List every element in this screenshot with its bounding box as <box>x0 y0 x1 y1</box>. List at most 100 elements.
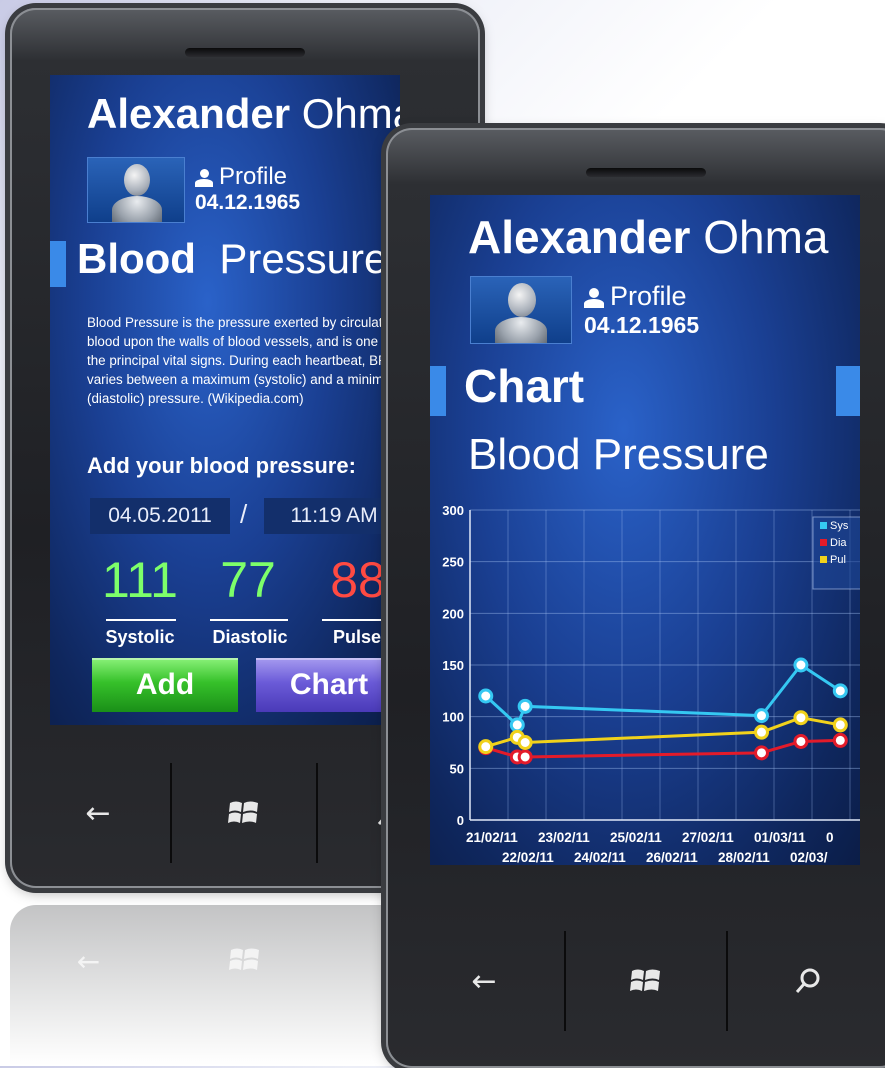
systolic-underline <box>106 619 176 621</box>
time-field[interactable]: 11:19 AM <box>264 498 400 534</box>
y-tick-label: 150 <box>442 658 464 673</box>
series-line-sys <box>484 662 842 728</box>
add-heading: Add your blood pressure: <box>87 453 356 478</box>
hardware-buttons: ← <box>404 931 885 1031</box>
systolic-value[interactable]: 111 <box>100 551 180 609</box>
profile-link[interactable]: Profile <box>584 281 687 312</box>
series-line-pul <box>485 716 841 749</box>
y-tick-label: 250 <box>442 555 464 570</box>
user-first-name: Alexander <box>468 211 691 263</box>
reflection-back-arrow-icon: ← <box>76 945 101 978</box>
back-arrow-icon: ← <box>85 795 111 831</box>
legend-swatch <box>820 556 827 563</box>
birth-date: 04.12.1965 <box>195 191 301 214</box>
legend-label: Pul <box>830 554 846 566</box>
birth-date: 04.12.1965 <box>584 312 700 338</box>
legend-label: Dia <box>830 537 847 549</box>
data-point-dia <box>517 749 533 765</box>
avatar-head <box>508 283 536 317</box>
y-tick-label: 200 <box>442 606 464 621</box>
front-phone: Alexander Ohma Profile 04.12.1965 Chart … <box>386 128 885 1068</box>
legend-label: Sys <box>830 520 849 532</box>
blood-pressure-chart: 0 50 100 150 200 250 300 21/02/11 23/02/11 25/02/… <box>442 503 860 865</box>
user-name: Alexander Ohma <box>87 90 400 138</box>
x-tick-label: 02/03/ <box>790 850 828 865</box>
section-title-bold: Blood <box>77 235 196 282</box>
data-point-pul <box>517 735 533 750</box>
chart-title: Blood Pressure <box>468 430 769 479</box>
data-point-dia <box>832 732 848 748</box>
data-point-dia <box>793 733 809 749</box>
avatar[interactable] <box>87 157 185 223</box>
data-point-sys <box>509 717 525 733</box>
back-hardware-button[interactable]: ← <box>404 931 566 1031</box>
data-point-pul <box>478 739 494 755</box>
search-hardware-button[interactable] <box>728 931 885 1031</box>
user-last-name: Ohma <box>703 211 829 263</box>
front-phone-screen: Alexander Ohma Profile 04.12.1965 Chart … <box>430 195 860 865</box>
y-tick-label: 100 <box>442 710 464 725</box>
x-tick-label: 23/02/11 <box>538 830 590 845</box>
person-icon <box>195 168 213 187</box>
section-accent-bar <box>50 241 66 287</box>
user-first-name: Alexander <box>87 90 291 137</box>
profile-link[interactable]: Profile <box>195 163 287 191</box>
person-icon <box>584 287 604 308</box>
x-tick-label: 27/02/11 <box>682 830 734 845</box>
avatar[interactable] <box>470 276 572 344</box>
add-button[interactable]: Add <box>92 658 238 712</box>
start-hardware-button[interactable] <box>566 931 728 1031</box>
speaker-grille <box>586 168 706 177</box>
data-point-pul <box>754 724 770 740</box>
avatar-shoulders <box>495 317 547 343</box>
windows-logo-icon <box>228 801 258 823</box>
section-title: Chart <box>464 360 585 412</box>
profile-label: Profile <box>219 163 288 190</box>
section-accent-bar <box>430 366 446 416</box>
diastolic-value[interactable]: 77 <box>208 551 288 609</box>
y-tick-label: 0 <box>457 813 464 828</box>
data-point-pul <box>793 710 809 726</box>
x-tick-label: 26/02/11 <box>646 850 698 865</box>
avatar-head <box>124 164 150 196</box>
x-tick-label: 28/02/11 <box>718 850 770 865</box>
x-tick-label: 21/02/11 <box>466 830 518 845</box>
data-point-dia <box>754 745 770 761</box>
windows-logo-icon <box>630 969 660 991</box>
search-icon <box>795 968 820 993</box>
next-section-accent-bar <box>836 366 860 416</box>
x-tick-label: 25/02/11 <box>610 830 662 845</box>
back-phone-screen: Alexander Ohma Profile 04.12.1965 Blood … <box>50 75 400 725</box>
data-point-sys <box>754 708 770 724</box>
data-point-sys <box>517 698 533 714</box>
description-text: Blood Pressure is the pressure exerted b… <box>87 315 400 406</box>
reflection-windows-logo-icon <box>167 945 324 982</box>
diastolic-label: Diastolic <box>212 627 288 647</box>
y-tick-label: 300 <box>442 503 464 518</box>
date-field[interactable]: 04.05.2011 <box>90 498 230 534</box>
back-arrow-icon: ← <box>471 963 497 999</box>
avatar-shoulders <box>112 196 162 222</box>
x-tick-label: 24/02/11 <box>574 850 626 865</box>
user-last-name: Ohma <box>301 90 400 137</box>
date-time-separator: / <box>240 499 248 529</box>
systolic-label: Systolic <box>105 627 175 647</box>
y-tick-label: 50 <box>450 761 464 776</box>
x-tick-label: 0 <box>826 830 834 845</box>
back-hardware-button[interactable]: ← <box>26 763 172 863</box>
user-name: Alexander Ohma <box>468 210 828 264</box>
chart-button[interactable]: Chart <box>256 658 400 712</box>
profile-label: Profile <box>610 281 687 311</box>
data-point-sys <box>793 657 809 673</box>
diastolic-underline <box>210 619 288 621</box>
data-point-pul <box>832 717 848 733</box>
data-point-sys <box>832 683 848 699</box>
data-point-sys <box>478 688 494 704</box>
x-tick-label: 22/02/11 <box>502 850 554 865</box>
legend-swatch <box>820 522 827 529</box>
speaker-grille <box>185 48 305 57</box>
start-hardware-button[interactable] <box>172 763 318 863</box>
section-title-light: Pressure <box>219 235 388 282</box>
x-tick-label: 01/03/11 <box>754 830 806 845</box>
legend-swatch <box>820 539 827 546</box>
